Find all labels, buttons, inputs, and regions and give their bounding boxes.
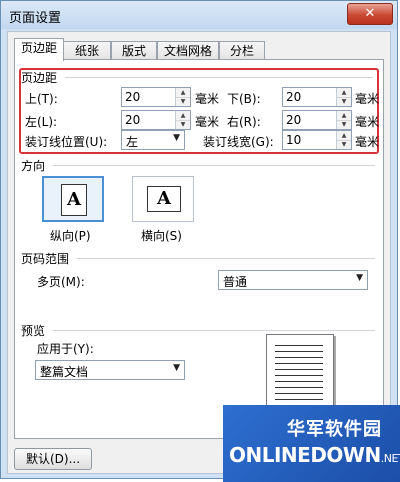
portrait-page-icon: A [61, 184, 87, 216]
dropdown-arrow-icon: ▼ [356, 273, 363, 283]
tab-paper[interactable]: 纸张 [63, 41, 111, 60]
tab-margins[interactable]: 页边距 [14, 38, 64, 61]
portrait-button[interactable]: A [42, 176, 104, 222]
preview-page-thumbnail [266, 334, 334, 416]
gutter-width-unit: 毫米 [355, 135, 380, 149]
landscape-page-icon: A [147, 186, 181, 212]
tab-columns[interactable]: 分栏 [219, 41, 265, 60]
pages-title: 页码范围 [21, 252, 70, 266]
right-margin-input[interactable]: 20 ▲ ▼ [282, 110, 352, 130]
gutter-width-label: 装订线宽(G): [203, 135, 274, 149]
page-setup-dialog: 页面设置 ✕ 页边距 纸张 版式 文档网格 分栏 页边距 上(T): 20 ▲ ▼… [0, 0, 400, 482]
left-margin-input[interactable]: 20 ▲ ▼ [121, 110, 191, 130]
spin-down-icon[interactable]: ▼ [337, 97, 351, 106]
spin-down-icon[interactable]: ▼ [337, 140, 351, 149]
right-margin-label: 右(R): [227, 115, 261, 129]
left-margin-unit: 毫米 [195, 115, 220, 129]
left-margin-label: 左(L): [25, 115, 58, 129]
spin-down-icon[interactable]: ▼ [176, 97, 190, 106]
right-margin-unit: 毫米 [355, 115, 380, 129]
top-margin-unit: 毫米 [195, 92, 220, 106]
divider [53, 165, 375, 166]
gutter-position-label: 装订线位置(U): [25, 135, 108, 149]
tab-doc-grid[interactable]: 文档网格 [157, 41, 219, 60]
margins-title: 页边距 [21, 71, 58, 85]
title-bar: 页面设置 ✕ [1, 1, 397, 29]
gutter-width-input[interactable]: 10 ▲ ▼ [282, 130, 352, 150]
watermark-cn: 华军软件园 [287, 419, 382, 440]
close-icon: ✕ [364, 6, 376, 21]
watermark-logo: 华军软件园 ONLINEDOWN.NET [223, 405, 400, 482]
top-margin-input[interactable]: 20 ▲ ▼ [121, 87, 191, 107]
spin-down-icon[interactable]: ▼ [337, 120, 351, 129]
bottom-margin-unit: 毫米 [355, 92, 380, 106]
gutter-position-select[interactable]: 左 ▼ [121, 130, 185, 150]
divider [77, 258, 375, 259]
watermark-en: ONLINEDOWN.NET [229, 443, 400, 467]
multiple-pages-label: 多页(M): [37, 275, 85, 289]
divider [65, 77, 373, 78]
landscape-button[interactable]: A [132, 176, 194, 222]
apply-to-label: 应用于(Y): [37, 342, 94, 356]
dialog-title: 页面设置 [9, 11, 62, 26]
bottom-margin-input[interactable]: 20 ▲ ▼ [282, 87, 352, 107]
divider [53, 330, 375, 331]
tab-layout[interactable]: 版式 [111, 41, 157, 60]
default-button[interactable]: 默认(D)... [14, 448, 92, 470]
multiple-pages-select[interactable]: 普通 ▼ [218, 270, 368, 290]
landscape-label[interactable]: 横向(S) [141, 227, 182, 244]
dropdown-arrow-icon: ▼ [173, 133, 180, 143]
orientation-title: 方向 [21, 159, 46, 173]
apply-to-select[interactable]: 整篇文档 ▼ [35, 360, 185, 380]
bottom-margin-label: 下(B): [227, 92, 261, 106]
preview-title: 预览 [21, 324, 46, 338]
dropdown-arrow-icon: ▼ [173, 363, 180, 373]
close-button[interactable]: ✕ [347, 3, 393, 25]
top-margin-label: 上(T): [25, 92, 58, 106]
portrait-label[interactable]: 纵向(P) [50, 227, 91, 244]
spin-down-icon[interactable]: ▼ [176, 120, 190, 129]
